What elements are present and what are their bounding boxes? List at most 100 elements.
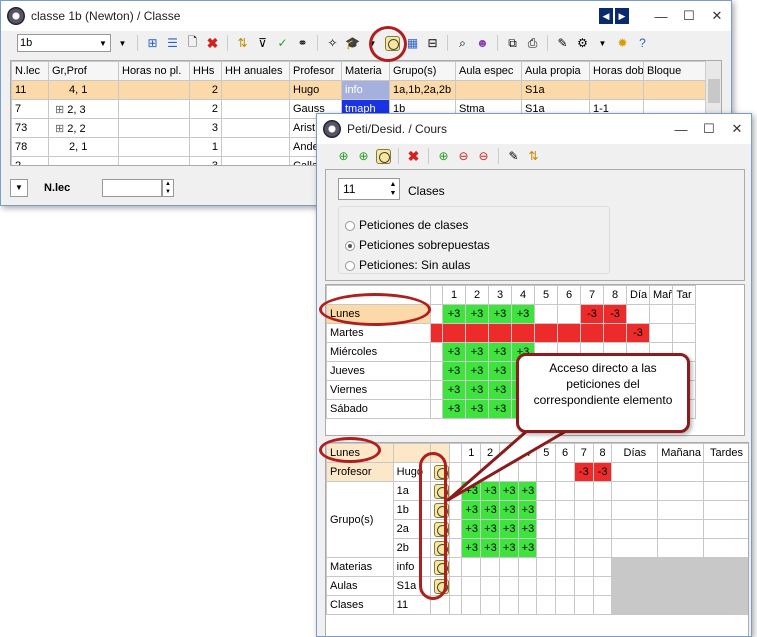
- column-header[interactable]: HH anuales: [221, 61, 290, 81]
- stepper-arrows-icon[interactable]: ▲ ▼: [387, 180, 399, 198]
- time-cell[interactable]: [536, 519, 557, 539]
- summary-cell[interactable]: [703, 462, 748, 482]
- summary-cell[interactable]: [703, 500, 748, 520]
- gear-icon[interactable]: ✹: [614, 35, 631, 52]
- table-cell-hhs[interactable]: 3: [189, 156, 222, 165]
- grid1-row[interactable]: Martes -3: [326, 323, 696, 343]
- time-cell[interactable]: +3: [517, 519, 538, 539]
- day-label[interactable]: Martes: [326, 323, 431, 343]
- time-cell[interactable]: [536, 538, 557, 558]
- time-cell[interactable]: [536, 557, 557, 577]
- column-header[interactable]: Horas dobl.: [589, 61, 644, 81]
- maximize-icon[interactable]: ☐: [675, 8, 703, 24]
- time-cell[interactable]: [672, 323, 696, 343]
- table-cell-aulap[interactable]: S1a: [521, 80, 590, 100]
- time-cell[interactable]: [461, 576, 482, 596]
- check-icon[interactable]: ✓: [274, 35, 291, 52]
- print-icon[interactable]: ⎙: [524, 35, 541, 52]
- list-icon[interactable]: ☰: [164, 35, 181, 52]
- new-row-icon[interactable]: ⊞: [144, 35, 161, 52]
- column-header[interactable]: Gr,Prof: [48, 61, 119, 81]
- time-cell[interactable]: +3: [488, 361, 512, 381]
- summary-cell[interactable]: [703, 576, 748, 596]
- time-cell[interactable]: [649, 323, 673, 343]
- peti-edit-icon[interactable]: ✎: [505, 148, 522, 165]
- time-cell[interactable]: [480, 576, 500, 596]
- table-cell-nlec[interactable]: 7: [11, 99, 49, 119]
- time-cell[interactable]: [672, 304, 696, 324]
- lesson-stepper[interactable]: 11 ▲ ▼: [338, 178, 400, 200]
- table-cell-horas[interactable]: [118, 137, 190, 157]
- peti-minimize-icon[interactable]: —: [667, 122, 695, 137]
- summary-cell[interactable]: [657, 462, 705, 482]
- time-cell[interactable]: [536, 595, 557, 615]
- time-cell[interactable]: [649, 304, 673, 324]
- time-cell[interactable]: [511, 323, 535, 343]
- column-header[interactable]: Profesor: [289, 61, 342, 81]
- time-cell[interactable]: [480, 557, 500, 577]
- class-selector[interactable]: 1b ▼: [17, 34, 111, 52]
- time-cell[interactable]: +3: [442, 361, 466, 381]
- time-cell[interactable]: +3: [488, 380, 512, 400]
- summary-cell[interactable]: [657, 538, 705, 558]
- table-cell-mat[interactable]: info: [341, 80, 390, 100]
- summary-cell[interactable]: [611, 538, 659, 558]
- summary-cell[interactable]: [611, 557, 659, 577]
- table-cell-hhs[interactable]: 2: [189, 99, 222, 119]
- search-icon[interactable]: ⌕: [454, 35, 471, 52]
- wand-icon[interactable]: ✧: [324, 35, 341, 52]
- close-icon[interactable]: ✕: [703, 8, 731, 24]
- table-cell-hha[interactable]: [221, 156, 290, 165]
- time-cell[interactable]: [555, 595, 575, 615]
- summary-cell[interactable]: [611, 595, 659, 615]
- time-cell[interactable]: [555, 519, 575, 539]
- link-icon[interactable]: ⚭: [294, 35, 311, 52]
- time-cell[interactable]: [592, 500, 613, 520]
- summary-cell[interactable]: [703, 481, 748, 501]
- time-cell[interactable]: [573, 557, 594, 577]
- time-cell[interactable]: [461, 595, 482, 615]
- time-cell[interactable]: [626, 304, 650, 324]
- time-cell[interactable]: [517, 557, 538, 577]
- day-label[interactable]: Miércoles: [326, 342, 431, 362]
- table-cell-hha[interactable]: [221, 137, 290, 157]
- peti-close-icon[interactable]: ✕: [723, 121, 751, 137]
- time-cell[interactable]: [592, 576, 613, 596]
- table-cell-grprof[interactable]: [48, 156, 119, 165]
- footer-spinner[interactable]: ▲ ▼: [162, 179, 174, 197]
- time-cell[interactable]: +3: [442, 342, 466, 362]
- summary-cell[interactable]: [703, 557, 748, 577]
- table-cell-nlec[interactable]: 2: [11, 156, 49, 165]
- peti-minus2-icon[interactable]: ⊖: [475, 148, 492, 165]
- peti-sort-icon[interactable]: ⇅: [525, 148, 542, 165]
- table-cell-nlec[interactable]: 11: [11, 80, 49, 100]
- radio-selected-icon[interactable]: [345, 240, 355, 251]
- time-cell[interactable]: +3: [461, 538, 482, 558]
- table-cell-nlec[interactable]: 73: [11, 118, 49, 138]
- time-cell[interactable]: +3: [442, 304, 466, 324]
- grid-icon[interactable]: ⊟: [424, 35, 441, 52]
- time-cell[interactable]: +3: [480, 538, 500, 558]
- summary-cell[interactable]: [611, 519, 659, 539]
- time-cell[interactable]: +3: [465, 304, 489, 324]
- table-cell-dobl[interactable]: [589, 80, 644, 100]
- more-icon[interactable]: ▼: [114, 35, 131, 52]
- summary-cell[interactable]: [611, 500, 659, 520]
- time-cell[interactable]: [534, 323, 558, 343]
- table-cell-prof[interactable]: Hugo: [289, 80, 342, 100]
- column-header[interactable]: Horas no pl.: [118, 61, 190, 81]
- time-cell[interactable]: +3: [442, 380, 466, 400]
- time-cell[interactable]: [498, 595, 519, 615]
- minimize-icon[interactable]: —: [647, 9, 675, 24]
- table-cell-horas[interactable]: [118, 118, 190, 138]
- delete-icon[interactable]: ✖: [204, 35, 221, 52]
- time-cell[interactable]: [534, 304, 558, 324]
- clases-value[interactable]: 11: [392, 595, 432, 615]
- time-cell[interactable]: [465, 323, 489, 343]
- time-cell[interactable]: +3: [517, 538, 538, 558]
- time-cell[interactable]: [555, 576, 575, 596]
- time-cell[interactable]: [498, 557, 519, 577]
- time-cell[interactable]: -3: [580, 304, 604, 324]
- summary-cell[interactable]: [657, 557, 705, 577]
- peti-plus2-icon[interactable]: ⊕: [355, 148, 372, 165]
